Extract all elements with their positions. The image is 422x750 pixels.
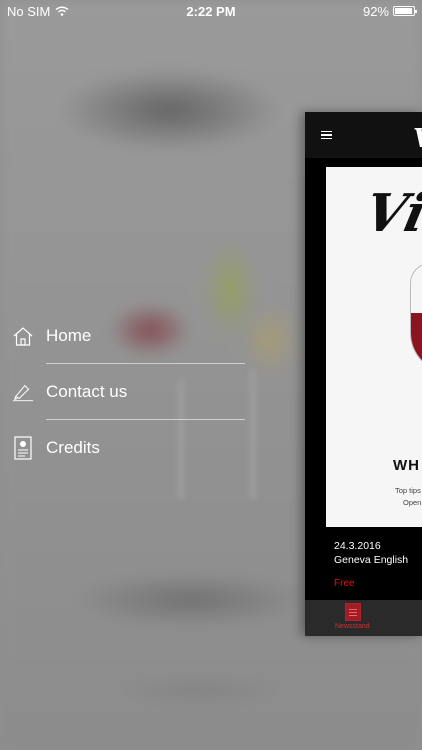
cover-heading: WH [393,457,420,474]
badge-icon [12,435,34,461]
status-bar: No SIM 2:22 PM 92% [0,0,422,22]
home-icon [12,323,34,349]
issue-list: Vi WH Top tips Open 24.3.2016 Geneva Eng… [305,158,422,600]
wine-glass-image [410,263,422,373]
battery-percent: 92% [362,3,389,19]
issue-price[interactable]: Free [334,578,355,589]
newsstand-icon [345,603,361,621]
menu-item-label: Credits [46,437,100,457]
status-left: No SIM [7,4,69,19]
side-menu: Home Contact us Credits [0,308,245,475]
pen-icon [12,379,34,405]
issue-title: Geneva English [334,554,409,566]
navigation-bar: Vi [305,112,422,158]
carrier-label: No SIM [7,3,51,19]
wifi-icon [55,4,69,19]
issue-date: 24.3.2016 [334,540,381,552]
menu-item-label: Contact us [46,381,128,401]
cover-subtitle: Top tips Open [395,485,421,509]
cover-logo: Vi [359,183,422,244]
main-content-card[interactable]: Vi Vi WH Top tips Open 24.3.2016 Geneva … [305,112,422,636]
menu-item-contact-us[interactable]: Contact us [0,364,245,419]
tab-label: Newsstand [335,623,370,630]
menu-item-label: Home [46,325,92,345]
battery-fill [395,8,412,14]
hamburger-menu-icon[interactable] [321,130,332,140]
battery-icon [393,6,417,16]
tab-bar: Newsstand [305,600,422,636]
issue-cover[interactable]: Vi WH Top tips Open [326,167,422,527]
menu-item-home[interactable]: Home [0,308,245,363]
menu-item-credits[interactable]: Credits [0,420,245,475]
cover-subtitle-line: Top tips [395,486,421,495]
tab-newsstand[interactable]: Newsstand [335,603,370,630]
cover-subtitle-line: Open [403,498,422,507]
background-glass-stem [250,370,256,500]
status-right: 92% [362,3,417,19]
wine-fill [411,312,422,372]
app-logo: Vi [413,124,422,154]
